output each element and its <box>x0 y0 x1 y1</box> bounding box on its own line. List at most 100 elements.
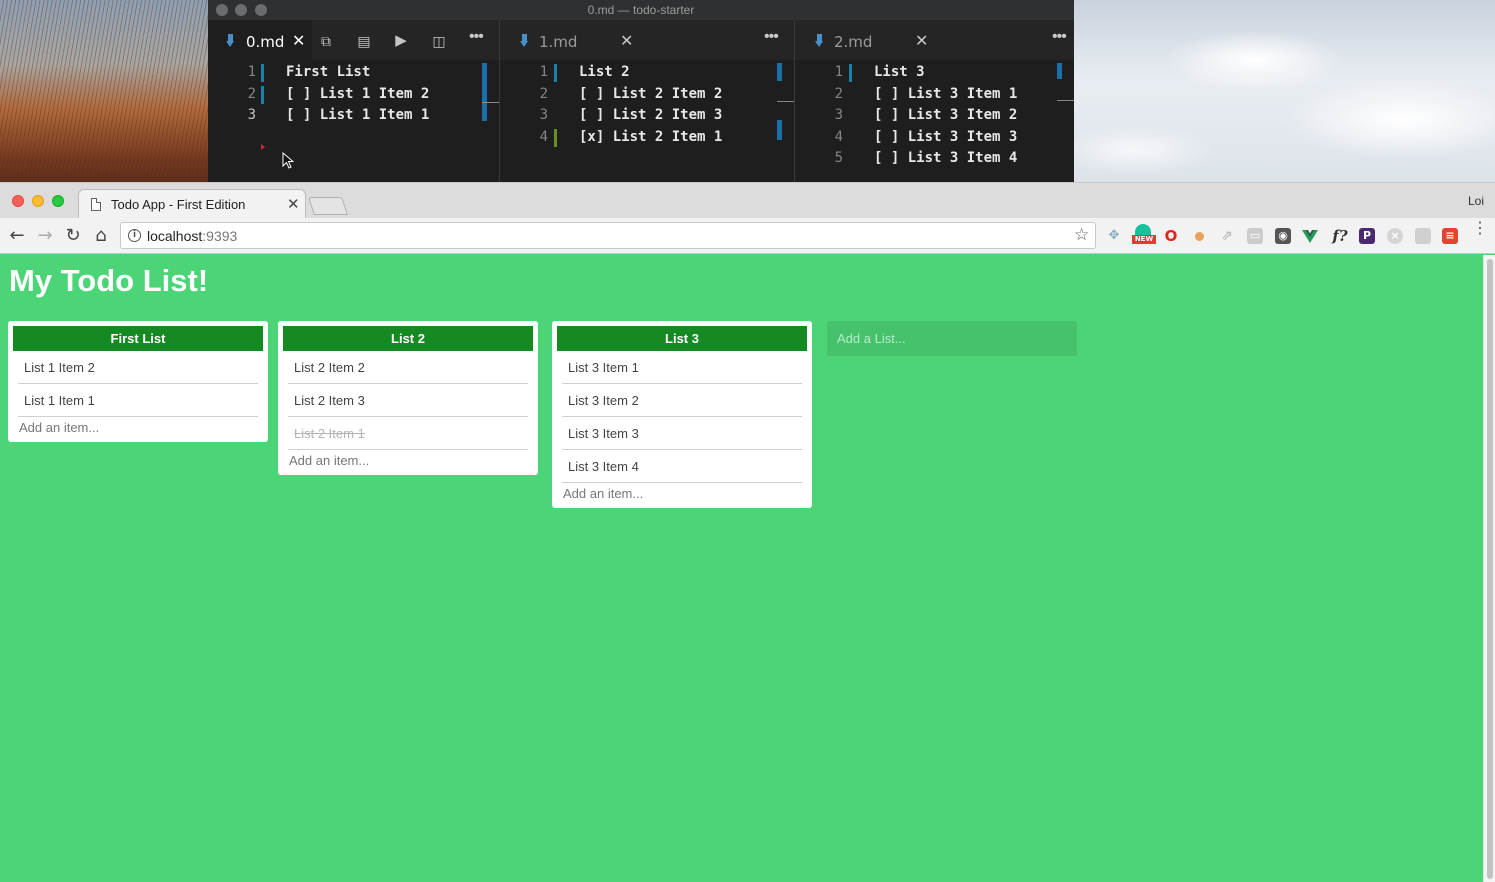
home-icon[interactable]: ⌂ <box>89 224 113 248</box>
page-content: My Todo List! First List List 1 Item 2 L… <box>0 255 1483 882</box>
todo-item-completed[interactable]: List 2 Item 1 <box>288 417 528 450</box>
todo-item[interactable]: List 1 Item 2 <box>18 351 258 384</box>
split-editor-icon[interactable]: ◫ <box>430 33 448 49</box>
todoist-icon[interactable]: ≡ <box>1442 228 1458 244</box>
add-item-input[interactable]: Add an item... <box>13 417 263 442</box>
todo-item[interactable]: List 2 Item 2 <box>288 351 528 384</box>
code-text: [ ] List 3 Item 3 <box>874 128 1018 145</box>
code-text: [x] List 2 Item 1 <box>579 128 723 145</box>
list-card: List 3 List 3 Item 1 List 3 Item 2 List … <box>552 321 812 508</box>
code-text: [ ] List 3 Item 1 <box>874 85 1018 102</box>
list-header[interactable]: List 3 <box>557 326 807 351</box>
todo-item[interactable]: List 3 Item 1 <box>562 351 802 384</box>
document-icon <box>91 198 101 211</box>
address-bar[interactable]: i localhost:9393 ☆ <box>120 222 1096 249</box>
opera-icon[interactable]: O <box>1163 228 1179 244</box>
code-text: List 2 <box>579 64 630 80</box>
reload-icon[interactable]: ↻ <box>61 224 85 248</box>
folder-icon[interactable] <box>1415 228 1431 244</box>
window-zoom-button[interactable] <box>52 195 64 207</box>
add-list-input[interactable]: Add a List... <box>827 321 1077 356</box>
browser-tab-active[interactable]: Todo App - First Edition ✕ <box>78 189 306 219</box>
more-actions-icon[interactable]: ••• <box>1052 28 1067 46</box>
wallpaper-left <box>0 0 208 182</box>
tab-label: 1.md <box>539 33 578 51</box>
line-number: 2 <box>834 85 843 102</box>
minimap-slider <box>482 102 499 103</box>
close-icon[interactable]: ✕ <box>620 31 633 50</box>
function-icon[interactable]: f? <box>1329 228 1351 244</box>
back-arrow-icon[interactable]: ← <box>5 224 29 248</box>
menu-kebab-icon[interactable]: ⋮ <box>1472 221 1488 237</box>
list-header[interactable]: List 2 <box>283 326 533 351</box>
editor-titlebar: 0.md — todo-starter <box>208 0 1074 20</box>
minimap-indicator <box>1057 63 1062 79</box>
tab-1md[interactable]: 1.md ✕ <box>500 20 640 60</box>
more-actions-icon[interactable]: ••• <box>469 28 484 46</box>
todo-item[interactable]: List 3 Item 3 <box>562 417 802 450</box>
code-text: [ ] List 1 Item 2 <box>286 85 430 102</box>
code-line: 3 [ ] List 2 Item 3 <box>500 105 794 127</box>
window-close-button[interactable] <box>12 195 24 207</box>
line-number: 3 <box>834 107 843 123</box>
scroll-thumb[interactable] <box>1487 259 1493 879</box>
code-text: [ ] List 1 Item 1 <box>286 107 430 123</box>
code-editor-window: 0.md — todo-starter 0.md ✕ ⧉ ▤ ▶ ◫ ••• 1… <box>208 0 1074 182</box>
producthunt-icon[interactable]: P <box>1359 228 1375 244</box>
cookie-icon[interactable] <box>1191 228 1207 244</box>
add-item-input[interactable]: Add an item... <box>283 450 533 475</box>
preview-icon[interactable]: ▤ <box>355 33 373 49</box>
added-marker <box>554 128 557 147</box>
vue-devtools-icon[interactable] <box>1302 228 1318 244</box>
close-icon[interactable]: ✕ <box>292 31 305 50</box>
grammarly-new-icon[interactable]: NEW <box>1132 224 1156 244</box>
open-changes-icon[interactable]: ⧉ <box>317 33 335 49</box>
bookmark-star-icon[interactable]: ☆ <box>1074 225 1089 245</box>
link-icon[interactable]: ⇗ <box>1219 228 1235 244</box>
code-area[interactable]: 1 First List 2 [ ] List 1 Item 2 3 [ ] L… <box>208 62 499 169</box>
line-number: 1 <box>539 64 548 80</box>
code-text: [ ] List 2 Item 2 <box>579 85 723 102</box>
editor-pane-0[interactable]: 0.md ✕ ⧉ ▤ ▶ ◫ ••• 1 First List 2 [ ] Li… <box>208 20 499 182</box>
todo-item[interactable]: List 1 Item 1 <box>18 384 258 417</box>
lastpass-icon[interactable]: ◉ <box>1275 228 1291 244</box>
todo-item[interactable]: List 3 Item 4 <box>562 450 802 483</box>
todo-item[interactable]: List 3 Item 2 <box>562 384 802 417</box>
code-line: 5 [ ] List 3 Item 4 <box>795 148 1074 170</box>
minimap-indicator <box>777 63 782 81</box>
line-number: 1 <box>247 64 256 80</box>
todo-item[interactable]: List 2 Item 3 <box>288 384 528 417</box>
tab-2md[interactable]: 2.md ✕ <box>795 20 935 60</box>
line-number: 3 <box>247 107 256 123</box>
close-circle-icon[interactable]: × <box>1387 228 1403 244</box>
tab-0md[interactable]: 0.md ✕ <box>208 20 312 60</box>
forward-arrow-icon[interactable]: → <box>33 224 57 248</box>
cast-icon[interactable]: ▭ <box>1247 228 1263 244</box>
minimap-indicator <box>777 120 782 140</box>
info-icon[interactable]: i <box>128 229 141 242</box>
code-text: List 3 <box>874 64 925 80</box>
add-item-input[interactable]: Add an item... <box>557 483 807 508</box>
code-line: 1 First List <box>208 62 499 84</box>
minimap-slider <box>1057 100 1074 101</box>
browser-toolbar: ← → ↻ ⌂ i localhost:9393 ☆ ✥ NEW O ⇗ ▭ ◉… <box>0 218 1495 254</box>
profile-name[interactable]: Loi <box>1468 194 1484 208</box>
run-icon[interactable]: ▶ <box>392 33 410 49</box>
code-text: [ ] List 3 Item 2 <box>874 107 1018 123</box>
list-card: First List List 1 Item 2 List 1 Item 1 A… <box>8 321 268 442</box>
dropbox-icon[interactable]: ✥ <box>1106 228 1122 244</box>
minimap-indicator <box>482 63 487 121</box>
close-icon[interactable]: ✕ <box>287 195 300 213</box>
list-header[interactable]: First List <box>13 326 263 351</box>
page-scrollbar[interactable] <box>1483 255 1495 882</box>
new-tab-button[interactable] <box>308 197 348 215</box>
window-minimize-button[interactable] <box>32 195 44 207</box>
code-line: 4 [ ] List 3 Item 3 <box>795 127 1074 149</box>
line-number: 2 <box>247 85 256 102</box>
url-text: localhost:9393 <box>147 228 237 244</box>
more-actions-icon[interactable]: ••• <box>764 28 779 46</box>
deleted-marker <box>261 144 265 150</box>
close-icon[interactable]: ✕ <box>915 31 928 50</box>
editor-pane-tabs: 0.md ✕ ⧉ ▤ ▶ ◫ ••• <box>208 20 499 60</box>
page-title: My Todo List! <box>9 263 209 298</box>
